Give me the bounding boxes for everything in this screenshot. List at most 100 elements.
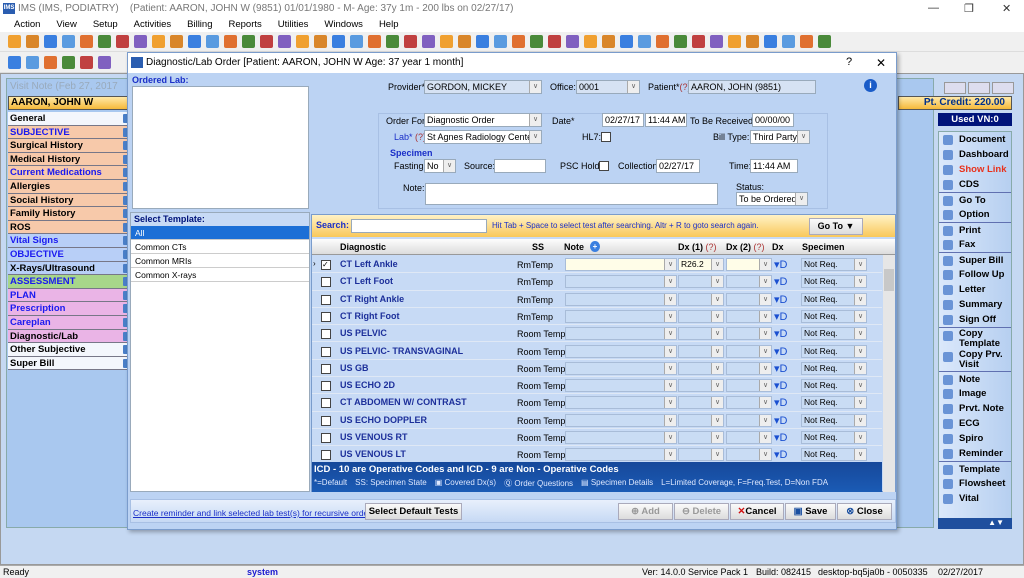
chevron-down-icon[interactable]: ∨: [759, 259, 771, 270]
panel-item-letter[interactable]: Letter: [939, 282, 1011, 297]
dx-picker-icon[interactable]: ▾D: [774, 327, 787, 340]
panel-item-print[interactable]: Print: [939, 222, 1011, 237]
panel-item-sign-off[interactable]: Sign Off: [939, 312, 1011, 327]
toolbar-button-icon[interactable]: [458, 35, 471, 48]
dx-picker-icon[interactable]: ▾D: [774, 362, 787, 375]
chevron-down-icon[interactable]: ∨: [664, 293, 676, 305]
close-button[interactable]: ⊗ Close: [837, 503, 892, 520]
panel-item-prvt-note[interactable]: Prvt. Note: [939, 401, 1011, 416]
dx1-select[interactable]: ∨: [678, 361, 724, 375]
section-current-medications[interactable]: Current Medications: [8, 166, 130, 180]
chevron-down-icon[interactable]: ∨: [664, 345, 676, 357]
row-checkbox[interactable]: [321, 398, 331, 409]
toolbar-button-icon[interactable]: [422, 35, 435, 48]
table-row[interactable]: US ECHO DOPPLER Room Temp. ∨ ∨ ∨ ▾D Not Req. ∨: [312, 412, 882, 429]
toolbar-button-icon[interactable]: [602, 35, 615, 48]
template-item[interactable]: Common CTs: [131, 240, 309, 254]
dx1-select[interactable]: ∨: [678, 327, 724, 341]
menu-view[interactable]: View: [48, 18, 84, 32]
chevron-down-icon[interactable]: ∨: [664, 328, 676, 340]
specimen-select[interactable]: Not Req. ∨: [801, 379, 867, 393]
row-checkbox[interactable]: ✓: [321, 260, 331, 270]
note-select[interactable]: ∨: [565, 413, 677, 427]
dx-picker-icon[interactable]: ▾D: [774, 431, 787, 444]
chevron-down-icon[interactable]: ∨: [711, 345, 723, 357]
section-careplan[interactable]: Careplan: [8, 315, 130, 330]
dx2-select[interactable]: ∨: [726, 431, 772, 444]
dx-picker-icon[interactable]: ▾D: [774, 448, 787, 461]
section-assessment[interactable]: ASSESSMENT: [8, 275, 130, 289]
section-vital-signs[interactable]: Vital Signs: [8, 234, 130, 248]
chevron-down-icon[interactable]: ∨: [711, 259, 723, 270]
toolbar-button-icon[interactable]: [98, 35, 111, 48]
menu-action[interactable]: Action: [6, 18, 48, 32]
dx-picker-icon[interactable]: ▾D: [774, 310, 787, 323]
section-general[interactable]: General: [8, 112, 130, 126]
chevron-down-icon[interactable]: ∨: [664, 310, 676, 322]
vn-restore-button[interactable]: [968, 82, 990, 94]
toolbar-button-icon[interactable]: [314, 35, 327, 48]
note-select[interactable]: ∨: [565, 258, 677, 271]
col-ss[interactable]: SS: [532, 242, 544, 252]
dx2-help-link[interactable]: (?): [754, 242, 765, 252]
dx1-select[interactable]: ∨: [678, 275, 724, 289]
row-checkbox[interactable]: [321, 415, 331, 426]
menu-utilities[interactable]: Utilities: [270, 18, 317, 32]
chevron-down-icon[interactable]: ∨: [854, 362, 866, 374]
row-checkbox[interactable]: [321, 381, 331, 392]
close-icon[interactable]: ✕: [1002, 2, 1011, 15]
dx-picker-icon[interactable]: ▾D: [774, 396, 787, 409]
section-ros[interactable]: ROS: [8, 220, 130, 235]
toolbar-button-icon[interactable]: [26, 35, 39, 48]
table-row[interactable]: › ✓ CT Left Ankle RmTemp ∨ R26.2 ∨ ∨ ▾D Not Req. ∨: [312, 256, 882, 274]
dx1-select[interactable]: R26.2 ∨: [678, 258, 724, 271]
col-dx2[interactable]: Dx (2): [726, 242, 751, 252]
section-family-history[interactable]: Family History: [8, 207, 130, 221]
menu-activities[interactable]: Activities: [126, 18, 179, 32]
table-row[interactable]: US PELVIC Room Temp. ∨ ∨ ∨ ▾D Not Req. ∨: [312, 325, 882, 343]
section-diagnostic-lab[interactable]: Diagnostic/Lab: [8, 329, 130, 344]
specimen-select[interactable]: Not Req. ∨: [801, 292, 867, 306]
section-objective[interactable]: OBJECTIVE: [8, 247, 130, 262]
dx-picker-icon[interactable]: ▾D: [774, 258, 787, 271]
chevron-down-icon[interactable]: ∨: [711, 449, 723, 461]
dx2-select[interactable]: ∨: [726, 379, 772, 393]
note-select[interactable]: ∨: [565, 275, 677, 289]
panel-item-fax[interactable]: Fax: [939, 237, 1011, 252]
table-row[interactable]: CT Right Ankle RmTemp ∨ ∨ ∨ ▾D Not Req. ∨: [312, 291, 882, 308]
specimen-select[interactable]: Not Req. ∨: [801, 309, 867, 323]
toolbar-button-icon[interactable]: [188, 35, 201, 48]
visit-toolbar-button-icon[interactable]: [44, 56, 57, 69]
chevron-down-icon[interactable]: ∨: [854, 414, 866, 426]
dx2-select[interactable]: ∨: [726, 344, 772, 358]
col-note[interactable]: Note: [564, 242, 584, 252]
table-row[interactable]: CT ABDOMEN W/ CONTRAST Room Temp. ∨ ∨ ∨ ▾D Not…: [312, 394, 882, 412]
panel-item-cds[interactable]: CDS: [939, 177, 1011, 192]
dx1-select[interactable]: ∨: [678, 292, 724, 306]
table-row[interactable]: US PELVIC- TRANSVAGINAL Room Temp. ∨ ∨ ∨ ▾D No…: [312, 343, 882, 360]
add-button[interactable]: ⊕ Add: [618, 503, 673, 520]
dx1-select[interactable]: ∨: [678, 309, 724, 323]
toolbar-button-icon[interactable]: [746, 35, 759, 48]
toolbar-button-icon[interactable]: [8, 35, 21, 48]
chevron-down-icon[interactable]: ∨: [854, 432, 866, 443]
vn-minimize-button[interactable]: [944, 82, 966, 94]
dx2-select[interactable]: ∨: [726, 396, 772, 410]
table-row[interactable]: US VENOUS RT Room Temp. ∨ ∨ ∨ ▾D Not Req. ∨: [312, 429, 882, 447]
specimen-select[interactable]: Not Req. ∨: [801, 413, 867, 427]
toolbar-button-icon[interactable]: [386, 35, 399, 48]
toolbar-button-icon[interactable]: [800, 35, 813, 48]
add-note-icon[interactable]: +: [590, 241, 600, 252]
note-select[interactable]: ∨: [565, 309, 677, 323]
chevron-down-icon[interactable]: ∨: [711, 310, 723, 322]
chevron-down-icon[interactable]: ∨: [664, 362, 676, 374]
panel-scroll-arrows-icon[interactable]: ▲▼: [938, 518, 1012, 529]
panel-item-template[interactable]: Template: [939, 461, 1011, 476]
collection-date-field[interactable]: 02/27/17: [656, 159, 700, 173]
toolbar-button-icon[interactable]: [548, 35, 561, 48]
panel-item-reminder[interactable]: Reminder: [939, 446, 1011, 461]
table-row[interactable]: US VENOUS LT Room Temp. ∨ ∨ ∨ ▾D Not Req. ∨: [312, 446, 882, 461]
chevron-down-icon[interactable]: ∨: [759, 432, 771, 443]
section-subjective[interactable]: SUBJECTIVE: [8, 125, 130, 140]
panel-item-spiro[interactable]: Spiro: [939, 431, 1011, 446]
